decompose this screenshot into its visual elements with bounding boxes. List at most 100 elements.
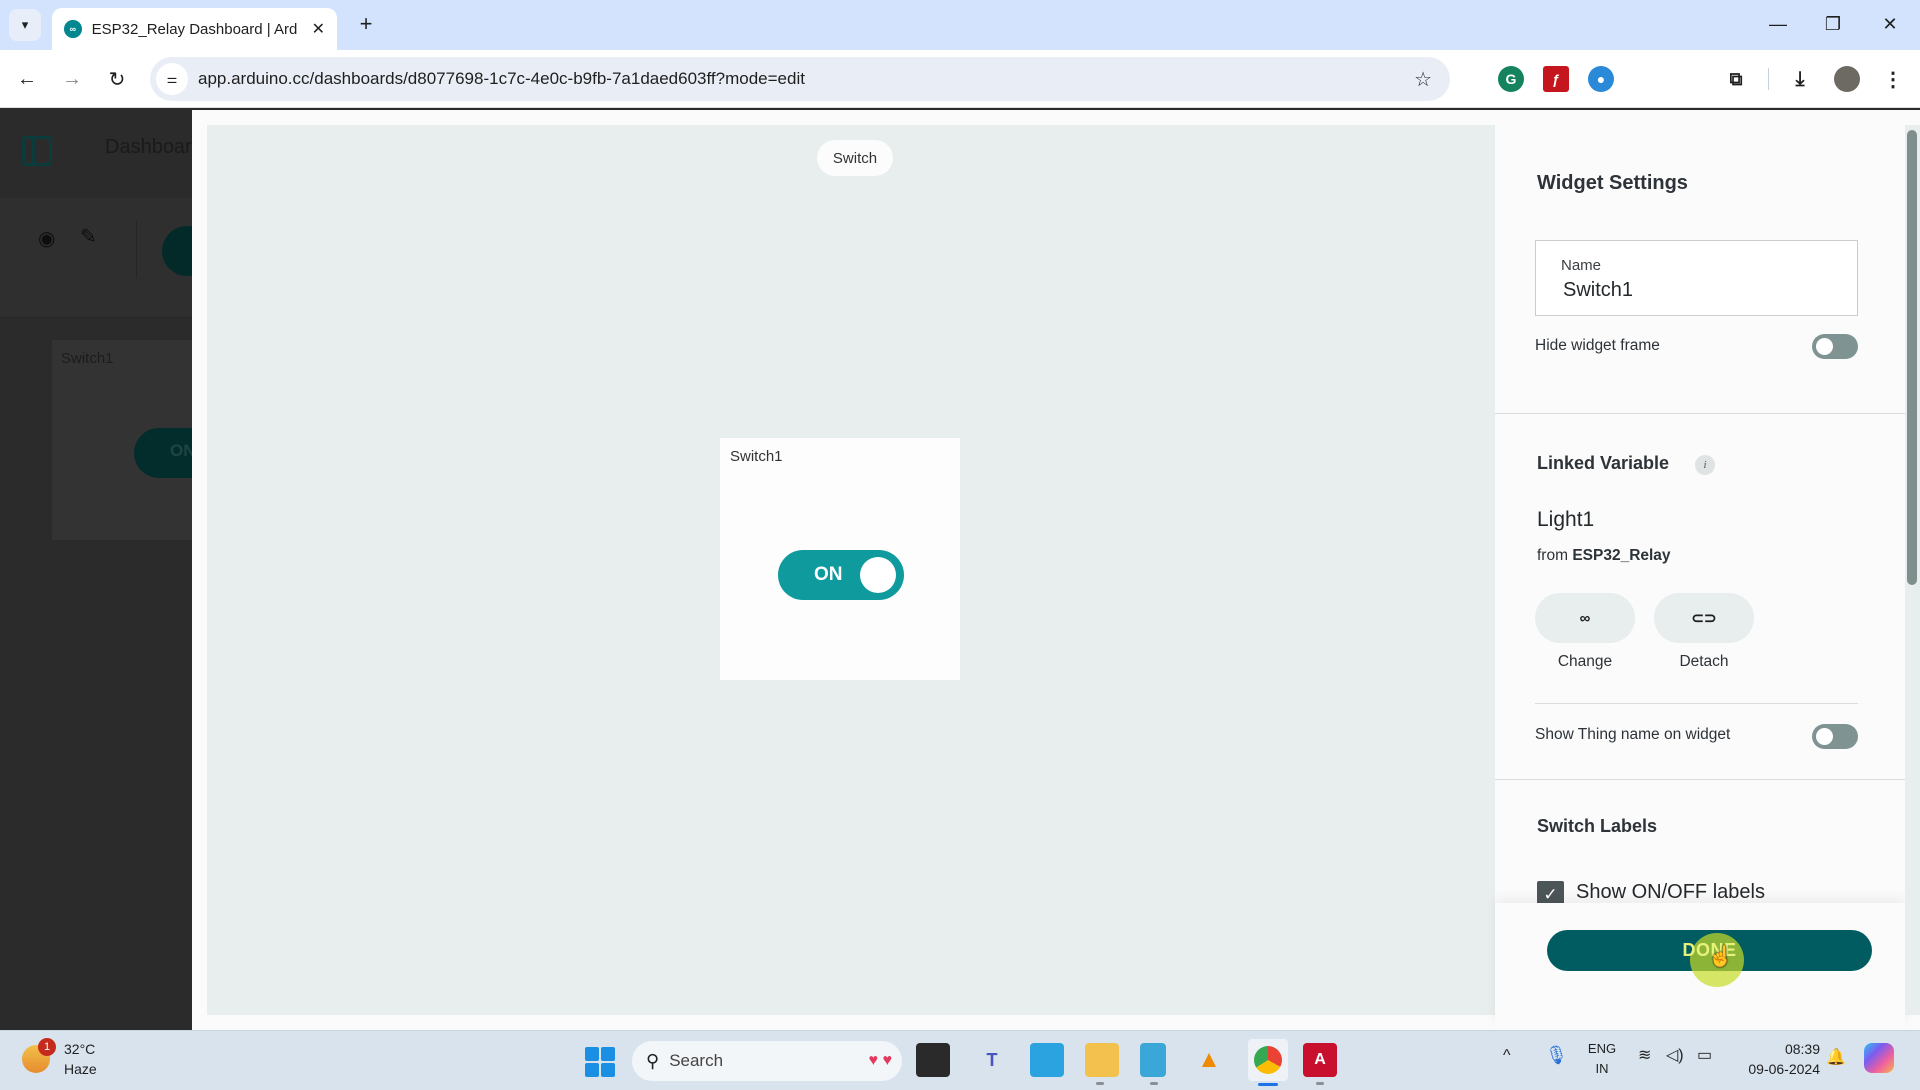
thing-name: ESP32_Relay [1572, 547, 1671, 564]
info-icon[interactable]: i [1695, 455, 1715, 475]
battery-icon[interactable]: ▭ [1697, 1045, 1712, 1065]
tab-search-button[interactable]: ▾ [9, 9, 41, 41]
toggle-knob [1816, 728, 1833, 745]
hide-frame-label: Hide widget frame [1535, 337, 1660, 354]
w-extension-icon[interactable]: w [1678, 66, 1704, 92]
clock-date[interactable]: 09-06-2024 [1720, 1061, 1820, 1077]
acrobat-icon[interactable]: A [1303, 1043, 1337, 1077]
switch-on-label: ON [814, 564, 843, 585]
toggle-knob [1816, 338, 1833, 355]
browser-tab[interactable]: ∞ ESP32_Relay Dashboard | Arduino ✕ [52, 8, 337, 50]
settings-scrollbar[interactable] [1905, 125, 1920, 1015]
scrollbar-thumb[interactable] [1907, 130, 1917, 585]
forward-button[interactable]: → [57, 64, 87, 94]
sidebar-toggle-icon [22, 136, 52, 166]
widget-title: Switch1 [730, 448, 783, 465]
globe-extension-icon[interactable]: ● [1588, 66, 1614, 92]
minimize-button[interactable]: — [1758, 10, 1798, 38]
copilot-icon[interactable] [1864, 1043, 1894, 1073]
unlink-icon: ⊂⊃ [1691, 610, 1717, 627]
k-extension-icon[interactable]: K [1633, 66, 1659, 92]
running-indicator [1150, 1082, 1158, 1085]
site-info-icon[interactable]: ⚌ [156, 63, 188, 95]
detach-variable-button[interactable]: ⊂⊃ [1654, 593, 1754, 643]
detach-label: Detach [1679, 653, 1729, 670]
widget-settings-panel: Widget Settings Name Switch1 Hide widget… [1495, 110, 1905, 1030]
hand-cursor-icon: ☝ [1708, 946, 1733, 968]
extensions-puzzle-icon[interactable]: ⧉ [1723, 66, 1749, 92]
linked-variable-name: Light1 [1537, 508, 1595, 531]
tab-title: ESP32_Relay Dashboard | Arduino [91, 20, 298, 38]
clock-time[interactable]: 08:39 [1720, 1041, 1820, 1057]
task-view-icon[interactable] [916, 1043, 950, 1077]
hide-frame-toggle[interactable] [1812, 334, 1858, 359]
show-onoff-label: Show ON/OFF labels [1576, 881, 1765, 903]
search-icon: ⚲ [646, 1050, 660, 1071]
browser-toolbar: ← → ↻ ⚌ app.arduino.cc/dashboards/d80776… [0, 50, 1920, 108]
widget-switch-toggle[interactable]: ON [778, 550, 904, 600]
section-divider [1495, 779, 1905, 780]
start-button[interactable] [585, 1047, 615, 1077]
widget-editor-modal: Switch Switch1 ON Widget Settings Name S… [192, 110, 1920, 1030]
change-label: Change [1557, 653, 1613, 670]
name-field[interactable]: Name Switch1 [1535, 240, 1858, 316]
running-indicator [1096, 1082, 1104, 1085]
weather-condition[interactable]: Haze [64, 1061, 97, 1077]
section-divider [1495, 413, 1905, 414]
name-field-label: Name [1561, 257, 1602, 274]
vlc-icon[interactable]: ▲ [1192, 1043, 1226, 1077]
more-menu-icon[interactable]: ⋮ [1880, 66, 1906, 92]
widget-type-chip: Switch [817, 140, 893, 176]
browser-tab-strip: ▾ ∞ ESP32_Relay Dashboard | Arduino ✕ + … [0, 0, 1920, 50]
arrow-right-icon: → [62, 67, 82, 90]
link-icon: ∞ [1579, 609, 1591, 627]
bookmark-star-icon[interactable]: ☆ [1414, 67, 1432, 92]
weather-badge: 1 [38, 1038, 56, 1056]
linked-thing: from ESP32_Relay [1537, 547, 1671, 565]
switch-knob [860, 557, 896, 593]
widget-preview-card: Switch1 ON [720, 438, 960, 680]
back-button[interactable]: ← [12, 64, 42, 94]
wifi-icon[interactable]: ≋ [1638, 1045, 1651, 1065]
notification-bell-icon[interactable]: 🔔 [1826, 1047, 1846, 1067]
new-tab-button[interactable]: + [352, 10, 380, 38]
chrome-icon[interactable] [1248, 1039, 1288, 1081]
flash-extension-icon[interactable]: ƒ [1543, 66, 1569, 92]
done-button[interactable]: DONE ☝ [1547, 930, 1872, 987]
weather-temperature[interactable]: 32°C [64, 1041, 95, 1057]
edit-icon: ✎ [80, 226, 97, 248]
tab-close-icon[interactable]: ✕ [312, 19, 325, 39]
grammarly-extension-icon[interactable]: G [1498, 66, 1524, 92]
reload-button[interactable]: ↻ [102, 64, 132, 94]
search-label: Search [669, 1051, 724, 1070]
show-hidden-icons-chevron[interactable]: ^ [1503, 1047, 1511, 1065]
checkmark-icon: ✓ [1543, 884, 1558, 904]
url-text[interactable]: app.arduino.cc/dashboards/d8077698-1c7c-… [198, 69, 805, 89]
arduino-favicon-icon: ∞ [64, 20, 82, 38]
close-window-button[interactable]: ✕ [1870, 10, 1910, 38]
name-input[interactable]: Switch1 [1563, 279, 1633, 302]
desktop-icon[interactable] [1030, 1043, 1064, 1077]
background-widget-title: Switch1 [61, 350, 114, 367]
teams-icon[interactable]: T [975, 1043, 1009, 1077]
language-indicator[interactable]: ENG [1587, 1041, 1617, 1056]
restore-button[interactable]: ❐ [1813, 10, 1853, 38]
profile-avatar[interactable] [1834, 66, 1860, 92]
address-bar[interactable]: ⚌ app.arduino.cc/dashboards/d8077698-1c7… [150, 57, 1450, 101]
language-region[interactable]: IN [1587, 1061, 1617, 1076]
volume-icon[interactable]: ◁) [1666, 1045, 1684, 1065]
taskbar-search[interactable]: ⚲ Search ♥ ♥ [632, 1041, 902, 1081]
file-explorer-icon[interactable] [1085, 1043, 1119, 1077]
dashboard-header-title: Dashboard [105, 136, 203, 158]
reload-icon: ↻ [108, 68, 126, 91]
eye-icon: ◉ [38, 228, 56, 250]
microphone-icon[interactable]: 🎙 [1545, 1045, 1568, 1066]
download-icon[interactable]: ⤓ [1787, 66, 1813, 92]
panel-footer: DONE ☝ [1495, 903, 1905, 1030]
change-variable-button[interactable]: ∞ [1535, 593, 1635, 643]
chevron-down-icon: ▾ [21, 17, 29, 32]
toolbar-divider [136, 220, 137, 278]
notepad-icon[interactable] [1140, 1043, 1166, 1077]
show-thing-toggle[interactable] [1812, 724, 1858, 749]
section-divider [1535, 703, 1858, 704]
